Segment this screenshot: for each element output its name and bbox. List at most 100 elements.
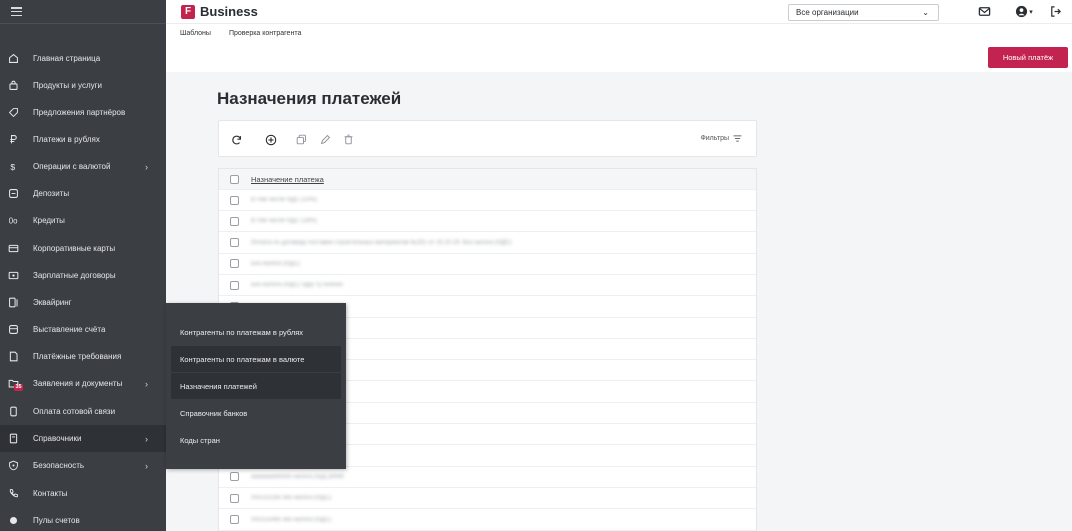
sidebar-item[interactable]: Корпоративные карты	[0, 235, 166, 262]
shield-icon	[8, 460, 19, 471]
invoice-icon	[8, 324, 19, 335]
sidebar-item-label: Продукты и услуги	[33, 81, 103, 90]
new-payment-button[interactable]: Новый платёж	[988, 47, 1068, 68]
filters-label: Фильтры	[700, 135, 729, 142]
sidebar-item[interactable]: Безопасность ›	[0, 452, 166, 479]
table-row[interactable]: Без налога (НДС) тдру ту ононон	[219, 275, 756, 297]
table-row[interactable]: аааааааббббб налога (НДС)9999	[219, 467, 756, 488]
table-row[interactable]: В том числе НДС (10%)	[219, 190, 756, 211]
sidebar-item[interactable]: $ Операции с валютой ›	[0, 153, 166, 180]
salary-icon	[8, 270, 19, 281]
row-checkbox[interactable]	[230, 493, 239, 503]
filter-icon	[733, 135, 742, 142]
submenu-item[interactable]: Коды стран	[171, 427, 341, 453]
row-checkbox[interactable]	[230, 216, 239, 226]
sidebar-item[interactable]: Пулы счетов	[0, 507, 166, 531]
sidebar-item[interactable]: Эквайринг	[0, 289, 166, 316]
sidebar-item[interactable]: Выставление счёта	[0, 316, 166, 343]
logo-icon[interactable]: F	[181, 4, 195, 19]
ruble-icon	[8, 134, 19, 145]
copy-icon[interactable]	[295, 133, 308, 146]
sidebar-item-label: Главная страница	[33, 54, 101, 63]
svg-text:$: $	[10, 162, 15, 172]
sidebar-item[interactable]: 35 Заявления и документы ›	[0, 370, 166, 397]
sidebar-header	[0, 0, 166, 24]
row-checkbox[interactable]	[230, 238, 239, 248]
sidebar-item[interactable]: 0o Кредиты	[0, 207, 166, 234]
purpose-cell: В том числе НДС (18%)	[251, 218, 317, 225]
header: F Business Все организации ⌄ ▾ Шаблоны П…	[166, 0, 1072, 42]
row-checkbox[interactable]	[230, 472, 239, 482]
table-row[interactable]: В том числе НДС (18%)	[219, 211, 756, 233]
add-icon[interactable]	[264, 133, 277, 146]
purpose-cell: 041515485 без налога (НДС)	[251, 516, 332, 523]
refresh-icon[interactable]	[230, 133, 243, 146]
purpose-cell: В том числе НДС (10%)	[251, 197, 317, 203]
table-row[interactable]: 041515185 без налога (НДС)	[219, 488, 756, 510]
sidebar-item-label: Выставление счёта	[33, 325, 106, 334]
deposit-icon	[8, 188, 19, 199]
contact-phone-icon	[8, 488, 19, 499]
sidebar-item[interactable]: Предложения партнёров	[0, 99, 166, 126]
tag-icon	[8, 107, 19, 118]
terminal-icon	[8, 297, 19, 308]
table-row[interactable]: 041515485 без налога (НДС)	[219, 510, 756, 531]
logout-icon[interactable]	[1049, 5, 1062, 18]
chevron-right-icon: ›	[145, 433, 148, 444]
chevron-right-icon: ›	[145, 378, 148, 389]
table-row[interactable]: Без налога (НДС)	[219, 254, 756, 275]
row-checkbox[interactable]	[230, 515, 239, 524]
purpose-cell: Без налога (НДС) тдру ту ононон	[251, 282, 343, 289]
chevron-down-icon: ⌄	[922, 8, 929, 17]
sidebar-item[interactable]: Продукты и услуги	[0, 72, 166, 99]
menu-icon[interactable]	[11, 7, 22, 16]
sidebar-item-label: Депозиты	[33, 189, 70, 198]
directories-submenu: Контрагенты по платежам в рублях Контраге…	[166, 303, 346, 469]
sidebar-item-label: Платежи в рублях	[33, 135, 100, 144]
sidebar: Главная страница Продукты и услуги Предлож…	[0, 0, 166, 531]
card-icon	[8, 243, 19, 254]
submenu-item[interactable]: Назначения платежей	[171, 373, 341, 399]
sidebar-item[interactable]: Контакты	[0, 480, 166, 507]
purpose-cell: аааааааббббб налога (НДС)9999	[251, 473, 344, 480]
mail-icon[interactable]	[978, 5, 991, 18]
submenu-item[interactable]: Контрагенты по платежам в рублях	[171, 319, 341, 345]
table-row[interactable]: Оплата по договору поставки строительных…	[219, 233, 756, 254]
sidebar-item[interactable]: Платежи в рублях	[0, 126, 166, 153]
filters-button[interactable]: Фильтры	[700, 135, 742, 142]
page-title: Назначения платежей	[217, 89, 402, 108]
sidebar-item-label: Безопасность	[33, 461, 85, 470]
purpose-cell: 041515185 без налога (НДС)	[251, 495, 332, 502]
sidebar-item[interactable]: Депозиты	[0, 180, 166, 207]
sidebar-item[interactable]: Платёжные требования	[0, 343, 166, 370]
submenu-item[interactable]: Справочник банков	[171, 400, 341, 426]
delete-icon[interactable]	[342, 133, 355, 146]
sidebar-item-label: Пулы счетов	[33, 516, 80, 525]
sidebar-item-label: Предложения партнёров	[33, 108, 126, 117]
organization-select[interactable]: Все организации ⌄	[788, 4, 939, 21]
table-header: Назначение платежа	[219, 169, 756, 190]
row-checkbox[interactable]	[230, 195, 239, 205]
tab-counterparty-check[interactable]: Проверка контрагента	[229, 30, 301, 37]
phone-icon	[8, 406, 19, 417]
sidebar-item-label: Кредиты	[33, 216, 65, 225]
svg-text:0o: 0o	[9, 217, 18, 226]
tab-templates[interactable]: Шаблоны	[180, 30, 211, 37]
sidebar-item[interactable]: Оплата сотовой связи	[0, 398, 166, 425]
sidebar-item[interactable]: Главная страница	[0, 45, 166, 72]
column-header-purpose[interactable]: Назначение платежа	[251, 175, 324, 184]
edit-icon[interactable]	[319, 133, 332, 146]
select-all-checkbox[interactable]	[230, 174, 239, 184]
sidebar-item-label: Зарплатные договоры	[33, 271, 116, 280]
row-checkbox[interactable]	[230, 259, 239, 269]
chevron-down-icon[interactable]: ▾	[1027, 5, 1035, 18]
sidebar-item[interactable]: Справочники ›	[0, 425, 166, 452]
circle-icon	[8, 515, 19, 526]
brand-name: Business	[200, 4, 258, 19]
row-checkbox[interactable]	[230, 280, 239, 290]
chevron-right-icon: ›	[145, 161, 148, 172]
sidebar-item[interactable]: Зарплатные договоры	[0, 262, 166, 289]
home-icon	[8, 53, 19, 64]
submenu-item[interactable]: Контрагенты по платежам в валюте	[171, 346, 341, 372]
sidebar-item-label: Справочники	[33, 434, 82, 443]
